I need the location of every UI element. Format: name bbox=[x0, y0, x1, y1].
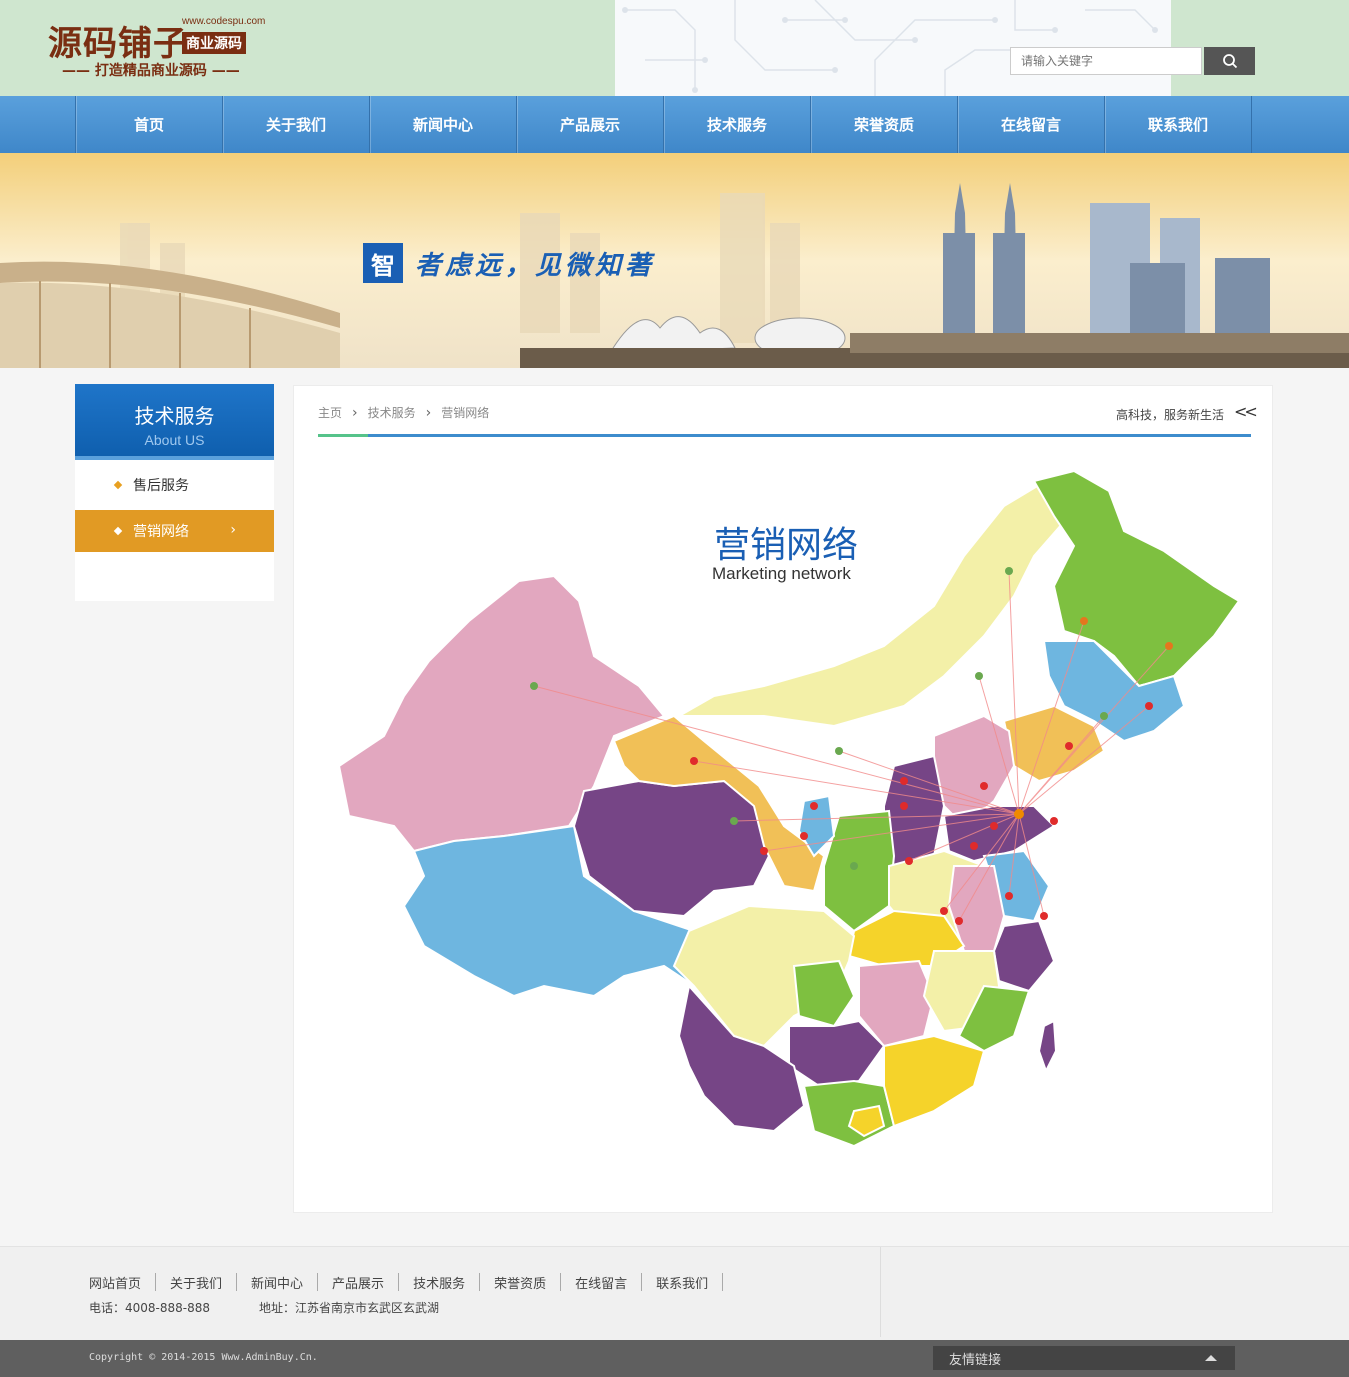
friend-links-label: 友情链接 bbox=[949, 1352, 1002, 1368]
footer-divider bbox=[880, 1247, 881, 1337]
sidebar-item-label: 营销网络 bbox=[133, 524, 189, 540]
search-icon bbox=[1222, 54, 1237, 69]
footer-link-news[interactable]: 新闻中心 bbox=[251, 1273, 303, 1292]
nav-item-message[interactable]: 在线留言 bbox=[958, 96, 1105, 153]
copyright-bar: Copyright © 2014-2015 Www.AdminBuy.Cn. 友… bbox=[0, 1340, 1349, 1377]
divider bbox=[641, 1273, 643, 1291]
footer-phone: 电话：4008-888-888 bbox=[89, 1301, 211, 1315]
divider bbox=[155, 1273, 157, 1291]
divider bbox=[722, 1273, 724, 1291]
diamond-bullet-icon bbox=[113, 480, 123, 490]
nav-item-honors[interactable]: 荣誉资质 bbox=[811, 96, 958, 153]
main-content: 主页 › 技术服务 › 营销网络 高科技，服务新生活 << 营销网络 Marke… bbox=[293, 385, 1273, 1213]
footer-link-products[interactable]: 产品展示 bbox=[332, 1273, 384, 1292]
logo-url: www.codespu.com bbox=[182, 16, 266, 27]
footer-link-contact[interactable]: 联系我们 bbox=[656, 1273, 708, 1292]
divider bbox=[560, 1273, 562, 1291]
friend-links-dropdown[interactable]: 友情链接 bbox=[933, 1346, 1235, 1370]
region-shaanxi bbox=[823, 809, 896, 933]
sidebar-title: 技术服务 bbox=[134, 404, 215, 428]
sidebar-item-after-sales[interactable]: 售后服务 bbox=[75, 464, 274, 506]
divider bbox=[317, 1273, 319, 1291]
region-taiwan bbox=[1037, 1019, 1058, 1074]
main-nav: 首页 关于我们 新闻中心 产品展示 技术服务 荣誉资质 在线留言 联系我们 bbox=[0, 96, 1349, 153]
banner-slogan-char: 智 bbox=[363, 243, 403, 283]
nav-item-home[interactable]: 首页 bbox=[76, 96, 223, 153]
search-button[interactable] bbox=[1204, 47, 1255, 75]
nav-item-about[interactable]: 关于我们 bbox=[223, 96, 370, 153]
chevron-right-icon: › bbox=[230, 522, 236, 538]
china-marketing-map bbox=[337, 469, 1241, 1148]
banner-cityscape-image bbox=[0, 153, 1349, 368]
footer-link-tech-service[interactable]: 技术服务 bbox=[413, 1273, 465, 1292]
footer-link-about[interactable]: 关于我们 bbox=[170, 1273, 222, 1292]
map-title: 营销网络 bbox=[714, 525, 859, 566]
region-inner-mongolia bbox=[675, 474, 1096, 728]
region-zhejiang bbox=[992, 919, 1056, 993]
sidebar-subtitle: About US bbox=[144, 432, 205, 448]
sidebar-header: 技术服务 About US bbox=[75, 384, 274, 460]
footer-address: 地址：江苏省南京市玄武区玄武湖 bbox=[259, 1301, 440, 1315]
footer: 网站首页 关于我们 新闻中心 产品展示 技术服务 荣誉资质 在线留言 联系我们 … bbox=[0, 1246, 1349, 1340]
map-subtitle: Marketing network bbox=[712, 564, 851, 583]
logo-slogan: —— 打造精品商业源码 —— bbox=[62, 63, 240, 79]
sidebar: 技术服务 About US 售后服务 营销网络 › bbox=[75, 384, 274, 601]
logo-tag: 商业源码 bbox=[182, 32, 246, 54]
caret-up-icon bbox=[1205, 1355, 1217, 1361]
region-guizhou bbox=[788, 1019, 886, 1088]
footer-link-home[interactable]: 网站首页 bbox=[89, 1273, 141, 1292]
sidebar-item-marketing-network[interactable]: 营销网络 › bbox=[75, 510, 274, 552]
copyright-text: Copyright © 2014-2015 Www.AdminBuy.Cn. bbox=[89, 1352, 318, 1363]
sidebar-item-label: 售后服务 bbox=[133, 478, 189, 494]
banner-slogan-text: 者虑远，见微知著 bbox=[415, 250, 656, 281]
search-input[interactable] bbox=[1010, 47, 1202, 75]
region-guangdong bbox=[883, 1034, 986, 1128]
footer-link-honors[interactable]: 荣誉资质 bbox=[494, 1273, 546, 1292]
divider bbox=[398, 1273, 400, 1291]
nav-item-products[interactable]: 产品展示 bbox=[517, 96, 664, 153]
nav-item-tech-service[interactable]: 技术服务 bbox=[664, 96, 811, 153]
footer-link-message[interactable]: 在线留言 bbox=[575, 1273, 627, 1292]
diamond-bullet-icon bbox=[113, 526, 123, 536]
nav-item-contact[interactable]: 联系我们 bbox=[1105, 96, 1252, 153]
banner: 智 者虑远，见微知著 bbox=[0, 153, 1349, 368]
divider bbox=[479, 1273, 481, 1291]
logo-main-text: 源码铺子 bbox=[48, 24, 188, 64]
divider bbox=[236, 1273, 238, 1291]
footer-links: 网站首页 关于我们 新闻中心 产品展示 技术服务 荣誉资质 在线留言 联系我们 bbox=[89, 1273, 737, 1292]
header: 源码铺子 www.codespu.com 商业源码 —— 打造精品商业源码 —— bbox=[0, 0, 1349, 96]
nav-item-news[interactable]: 新闻中心 bbox=[370, 96, 517, 153]
site-logo[interactable]: 源码铺子 www.codespu.com 商业源码 —— 打造精品商业源码 —— bbox=[48, 14, 265, 80]
